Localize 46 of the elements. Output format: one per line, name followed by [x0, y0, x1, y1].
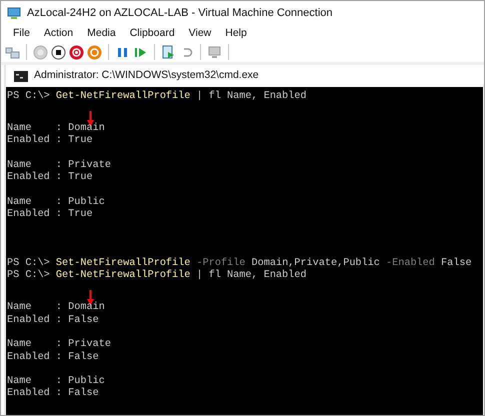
checkpoint-icon[interactable] [161, 44, 176, 60]
output-text: Name : Public [7, 376, 105, 388]
start-icon[interactable] [33, 44, 48, 60]
output-text: Name : Private [7, 160, 111, 171]
prompt-text: PS C:\> [7, 91, 50, 104]
output-text: Enabled : True [7, 172, 93, 184]
argument-text: Enabled [264, 91, 306, 104]
output-text: Enabled : True [7, 135, 93, 146]
argument-text: fl [208, 91, 221, 104]
output-text: Enabled : False [7, 352, 99, 363]
menu-item[interactable]: Clipboard [130, 26, 175, 42]
argument-text: Enabled [264, 270, 306, 283]
menu-item[interactable]: Action [44, 26, 74, 42]
argument-text: | [196, 91, 203, 104]
power-icon[interactable] [69, 44, 84, 60]
argument-text: fl [208, 270, 221, 283]
monitor-icon [7, 6, 21, 20]
output-text: Enabled : False [7, 314, 99, 326]
argument-text: Name, [227, 91, 258, 104]
argument-text: Domain,Private,Public [252, 258, 380, 270]
window-title: AzLocal-24H2 on AZLOCAL-LAB - Virtual Machine Connection [27, 6, 333, 21]
output-text: Enabled : False [7, 388, 99, 400]
cmdlet-text: Get-NetFirewallProfile [56, 270, 190, 283]
output-text: Name : Public [7, 196, 105, 208]
output-text: Enabled : True [7, 208, 93, 220]
output-text: Name : Domain [7, 122, 105, 134]
argument-text: Name, [227, 270, 258, 283]
stop-icon[interactable] [51, 44, 66, 60]
parameter-text: -Profile [196, 258, 246, 270]
parameter-text: -Enabled [386, 258, 435, 270]
prompt-text: PS C:\> [7, 258, 50, 270]
cmdlet-text: Set-NetFirewallProfile [56, 258, 190, 270]
argument-text: False [441, 258, 472, 270]
argument-text: | [196, 270, 203, 283]
output-text: Name : Domain [7, 302, 105, 314]
menu-item[interactable]: File [13, 26, 30, 42]
console-title: Administrator: C:\WINDOWS\system32\cmd.exe [34, 68, 259, 84]
menu-item[interactable]: Help [225, 26, 247, 42]
save-state-icon[interactable] [87, 44, 102, 60]
monitor-icon[interactable] [207, 44, 222, 60]
menu-item[interactable]: View [188, 26, 212, 42]
output-text: Name : Private [7, 339, 111, 350]
cmdlet-text: Get-NetFirewallProfile [56, 91, 190, 104]
menu-item[interactable]: Media [87, 26, 116, 42]
prompt-text: PS C:\> [7, 270, 50, 283]
terminal-icon [14, 70, 28, 82]
